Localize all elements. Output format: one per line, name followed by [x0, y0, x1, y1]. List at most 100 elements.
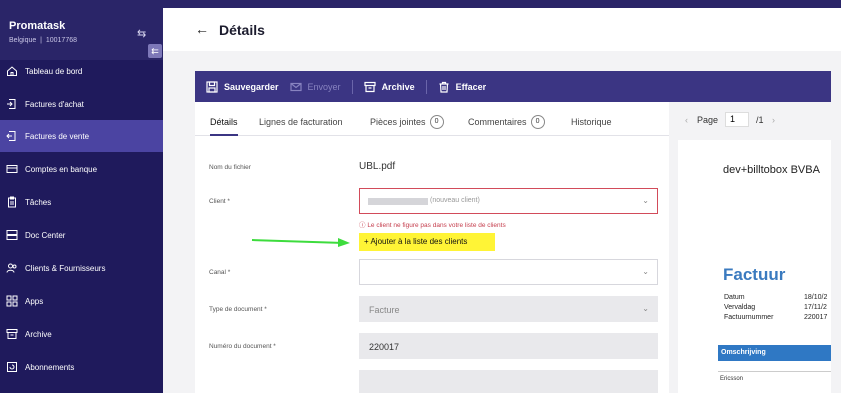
back-arrow-icon[interactable]: ←	[195, 21, 209, 37]
archive-icon	[363, 81, 376, 92]
client-select[interactable]: (nouveau client) ⌄	[359, 188, 658, 214]
sidebar-item-sales-invoices[interactable]: Factures de vente	[0, 120, 163, 152]
client-placeholder: (nouveau client)	[430, 197, 480, 204]
page-label: Page	[697, 115, 719, 125]
company-country: Belgique	[9, 37, 37, 44]
sidebar-item-clients-suppliers[interactable]: Clients & Fournisseurs	[0, 252, 163, 284]
tab-details[interactable]: Détails	[210, 117, 238, 136]
sidebar-top-strip	[0, 0, 163, 8]
tab-attachments[interactable]: Pièces jointes 0	[370, 115, 444, 129]
docnum-label: Numéro du document *	[209, 343, 276, 350]
tab-label: Commentaires	[468, 117, 527, 127]
doctype-value: Facture	[369, 305, 400, 315]
sidebar-item-bank-accounts[interactable]: Comptes en banque	[0, 153, 163, 185]
chevron-down-icon: ⌄	[642, 267, 649, 276]
company-meta: Belgique | 10017768	[9, 37, 77, 44]
canal-label: Canal *	[209, 269, 231, 276]
company-separator: |	[40, 37, 42, 44]
sidebar-item-label: Clients & Fournisseurs	[25, 263, 106, 273]
company-id: 10017768	[45, 37, 78, 44]
sidebar-item-archive[interactable]: Archive	[0, 318, 163, 350]
tab-label: Lignes de facturation	[259, 117, 343, 127]
sidebar-item-label: Abonnements	[25, 362, 75, 372]
doctype-select[interactable]: Facture ⌄	[359, 296, 658, 322]
sidebar-item-label: Comptes en banque	[25, 164, 98, 174]
next-page-icon[interactable]: ›	[772, 115, 775, 125]
switch-company-icon[interactable]: ⇆	[137, 27, 146, 40]
right-edge	[831, 71, 841, 393]
canal-select[interactable]: ⌄	[359, 259, 658, 285]
trash-icon	[439, 81, 449, 93]
row-label: Vervaldag	[724, 304, 756, 311]
docnum-input[interactable]: 220017	[359, 333, 658, 359]
save-icon	[206, 80, 218, 93]
filename-label: Nom du fichier	[209, 164, 251, 171]
invoice-in-icon	[6, 98, 18, 110]
sidebar-item-tasks[interactable]: Tâches	[0, 186, 163, 218]
invoice-preview: dev+billtobox BVBA Factuur Datum 18/10/2…	[678, 140, 841, 393]
prev-page-icon[interactable]: ‹	[685, 115, 688, 125]
page-total: /1	[756, 115, 764, 125]
send-button[interactable]: Envoyer	[289, 81, 341, 93]
attachments-count-badge: 0	[429, 115, 444, 129]
preview-row-number: Factuurnummer 220017	[724, 314, 827, 321]
add-to-clients-button[interactable]: + Ajouter à la liste des clients	[359, 233, 495, 251]
top-strip	[163, 0, 841, 8]
client-name-redacted	[368, 198, 428, 205]
preview-pager: ‹ Page 1 /1 ›	[669, 102, 841, 136]
date-input[interactable]	[359, 370, 658, 393]
archive-button[interactable]: Archive	[363, 81, 415, 93]
table-header-label: Omschrijving	[721, 349, 766, 356]
bank-card-icon	[6, 163, 18, 175]
company-switcher[interactable]: Promatask Belgique | 10017768 ⇆	[0, 8, 163, 60]
annotation-arrow	[251, 238, 350, 247]
row-label: Datum	[724, 294, 745, 301]
sidebar-item-label: Tableau de bord	[25, 66, 83, 76]
page-title: Détails	[219, 22, 265, 38]
company-name: Promatask	[9, 20, 66, 32]
toolbar-divider	[425, 79, 427, 94]
filename-value: UBL.pdf	[359, 161, 396, 172]
sidebar: Promatask Belgique | 10017768 ⇆ ⇇ Tablea…	[0, 0, 163, 393]
tab-bar: Détails Lignes de facturation Pièces joi…	[195, 102, 669, 136]
preview-footer-text: Ericsson	[720, 376, 744, 382]
tab-history[interactable]: Historique	[571, 117, 612, 127]
sidebar-item-apps[interactable]: Apps	[0, 285, 163, 317]
send-label: Envoyer	[307, 81, 341, 92]
chevron-down-icon: ⌄	[642, 196, 649, 205]
sidebar-item-dashboard[interactable]: Tableau de bord	[0, 55, 163, 87]
sidebar-item-label: Apps	[25, 296, 44, 306]
client-error-message: ⓘ Le client ne figure pas dans votre lis…	[359, 219, 506, 229]
comments-count-badge: 0	[530, 115, 545, 129]
sidebar-item-label: Factures d'achat	[25, 99, 84, 109]
tab-comments[interactable]: Commentaires 0	[468, 115, 545, 129]
save-button[interactable]: Sauvegarder	[206, 80, 279, 93]
subscription-icon	[6, 361, 18, 373]
sidebar-item-subscriptions[interactable]: Abonnements	[0, 351, 163, 383]
tab-label: Détails	[210, 117, 238, 127]
sidebar-item-doc-center[interactable]: Doc Center	[0, 219, 163, 251]
client-error-text: Le client ne figure pas dans votre liste…	[367, 222, 506, 229]
preview-row-due: Vervaldag 17/11/2	[724, 304, 827, 311]
chevron-down-icon: ⌄	[642, 304, 649, 313]
row-value: 17/11/2	[804, 304, 827, 311]
docnum-value: 220017	[369, 342, 400, 352]
sidebar-item-label: Factures de vente	[25, 131, 90, 141]
preview-table-line	[718, 371, 841, 372]
app-window: Promatask Belgique | 10017768 ⇆ ⇇ Tablea…	[0, 0, 841, 393]
home-icon	[6, 65, 18, 77]
doctype-label: Type de document *	[209, 306, 267, 313]
archive-icon	[6, 328, 18, 340]
delete-button[interactable]: Effacer	[438, 81, 487, 93]
delete-label: Effacer	[455, 81, 487, 92]
apps-icon	[6, 295, 18, 307]
tab-invoice-lines[interactable]: Lignes de facturation	[259, 117, 343, 127]
row-label: Factuurnummer	[724, 314, 774, 321]
page-header: ← Détails	[163, 8, 841, 51]
action-toolbar: Sauvegarder Envoyer Archive Effacer	[195, 71, 831, 102]
sidebar-item-purchase-invoices[interactable]: Factures d'achat	[0, 88, 163, 120]
sidebar-item-label: Doc Center	[25, 230, 66, 240]
preview-doc-title: Factuur	[723, 265, 786, 284]
invoice-out-icon	[6, 130, 18, 142]
page-number-input[interactable]: 1	[725, 112, 749, 127]
